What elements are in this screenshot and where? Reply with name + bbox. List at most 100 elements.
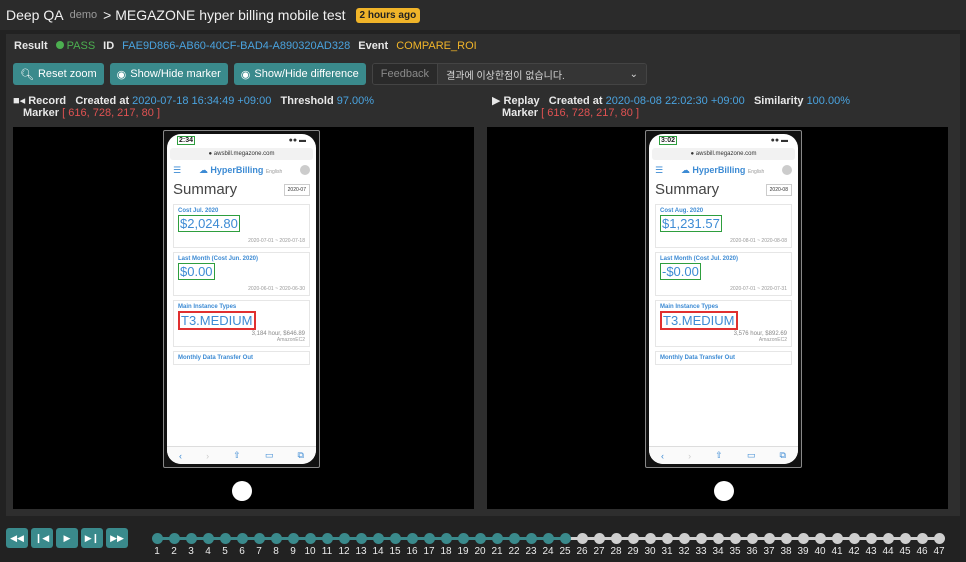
timeline-frame-dot[interactable]: [304, 533, 316, 544]
timeline-frame-number[interactable]: 40: [814, 546, 825, 557]
timeline-frame-number[interactable]: 7: [256, 546, 262, 557]
timeline-frame-dot[interactable]: [610, 533, 622, 544]
timeline-frame-number[interactable]: 17: [423, 546, 434, 557]
timeline-frame-dot[interactable]: [746, 533, 758, 544]
timeline-frame-dot[interactable]: [865, 533, 877, 544]
timeline-frame-dot[interactable]: [423, 533, 435, 544]
timeline-frame-dot[interactable]: [678, 533, 690, 544]
timeline-frame-dot[interactable]: [151, 533, 163, 544]
timeline-frame-number[interactable]: 30: [644, 546, 655, 557]
timeline-frame-number[interactable]: 24: [542, 546, 553, 557]
record-screen[interactable]: 2:34 ●● ▬ ● awsbill.megazone.com ☰ ☁ Hyp…: [13, 127, 474, 509]
timeline-frame-number[interactable]: 33: [695, 546, 706, 557]
timeline-frame-dot[interactable]: [525, 533, 537, 544]
toggle-difference-button[interactable]: ◉ Show/Hide difference: [233, 63, 366, 85]
first-frame-button[interactable]: ◀◀: [6, 528, 28, 548]
timeline-frame-number[interactable]: 27: [593, 546, 604, 557]
timeline-frame-dot[interactable]: [491, 533, 503, 544]
timeline-frame-dot[interactable]: [899, 533, 911, 544]
timeline-frame-number[interactable]: 15: [389, 546, 400, 557]
timeline-frame-number[interactable]: 13: [355, 546, 366, 557]
timeline-frame-dot[interactable]: [712, 533, 724, 544]
timeline-frame-number[interactable]: 25: [559, 546, 570, 557]
timeline-frame-dot[interactable]: [576, 533, 588, 544]
timeline-frame-dot[interactable]: [321, 533, 333, 544]
timeline-frame-dot[interactable]: [185, 533, 197, 544]
timeline-frame-number[interactable]: 8: [273, 546, 279, 557]
frame-timeline[interactable]: 1 2 3 4 5 6 7 8 9 10 11 12 13 14 15 16 17 18 19 20 21 22 23 24 2…: [148, 530, 958, 560]
timeline-frame-dot[interactable]: [219, 533, 231, 544]
next-frame-button[interactable]: ▶❙: [81, 528, 103, 548]
timeline-frame-number[interactable]: 4: [205, 546, 211, 557]
timeline-frame-dot[interactable]: [797, 533, 809, 544]
timeline-frame-number[interactable]: 1: [154, 546, 160, 557]
toggle-marker-button[interactable]: ◉ Show/Hide marker: [109, 63, 228, 85]
timeline-frame-dot[interactable]: [780, 533, 792, 544]
brand[interactable]: Deep QA: [6, 7, 64, 23]
timeline-frame-dot[interactable]: [338, 533, 350, 544]
timeline-frame-number[interactable]: 19: [457, 546, 468, 557]
timeline-frame-dot[interactable]: [202, 533, 214, 544]
timeline-frame-dot[interactable]: [559, 533, 571, 544]
timeline-frame-dot[interactable]: [287, 533, 299, 544]
timeline-frame-dot[interactable]: [695, 533, 707, 544]
timeline-frame-number[interactable]: 9: [290, 546, 296, 557]
timeline-frame-dot[interactable]: [372, 533, 384, 544]
timeline-frame-dot[interactable]: [270, 533, 282, 544]
timeline-frame-dot[interactable]: [236, 533, 248, 544]
timeline-frame-number[interactable]: 23: [525, 546, 536, 557]
timeline-frame-dot[interactable]: [729, 533, 741, 544]
timeline-frame-dot[interactable]: [814, 533, 826, 544]
timeline-frame-number[interactable]: 3: [188, 546, 194, 557]
timeline-frame-number[interactable]: 22: [508, 546, 519, 557]
timeline-frame-dot[interactable]: [763, 533, 775, 544]
play-button[interactable]: ▶: [56, 528, 78, 548]
timeline-frame-number[interactable]: 28: [610, 546, 621, 557]
timeline-frame-dot[interactable]: [508, 533, 520, 544]
timeline-frame-number[interactable]: 20: [474, 546, 485, 557]
timeline-frame-number[interactable]: 35: [729, 546, 740, 557]
timeline-frame-number[interactable]: 36: [746, 546, 757, 557]
timeline-frame-number[interactable]: 41: [831, 546, 842, 557]
reset-zoom-button[interactable]: 🔍︎ Reset zoom: [13, 63, 104, 85]
timeline-frame-dot[interactable]: [661, 533, 673, 544]
timeline-frame-number[interactable]: 26: [576, 546, 587, 557]
timeline-frame-number[interactable]: 5: [222, 546, 228, 557]
timeline-frame-number[interactable]: 43: [865, 546, 876, 557]
timeline-frame-number[interactable]: 18: [440, 546, 451, 557]
timeline-frame-dot[interactable]: [406, 533, 418, 544]
timeline-frame-number[interactable]: 47: [933, 546, 944, 557]
last-frame-button[interactable]: ▶▶: [106, 528, 128, 548]
timeline-frame-number[interactable]: 10: [304, 546, 315, 557]
timeline-frame-number[interactable]: 14: [372, 546, 383, 557]
timeline-frame-number[interactable]: 45: [899, 546, 910, 557]
timeline-frame-dot[interactable]: [253, 533, 265, 544]
feedback-select[interactable]: 결과에 이상한점이 없습니다. ⌄: [438, 64, 647, 84]
timeline-frame-dot[interactable]: [933, 533, 945, 544]
timeline-frame-dot[interactable]: [627, 533, 639, 544]
timeline-frame-number[interactable]: 46: [916, 546, 927, 557]
timeline-frame-dot[interactable]: [593, 533, 605, 544]
timeline-frame-number[interactable]: 12: [338, 546, 349, 557]
timeline-frame-dot[interactable]: [882, 533, 894, 544]
timeline-frame-dot[interactable]: [168, 533, 180, 544]
timeline-frame-number[interactable]: 42: [848, 546, 859, 557]
timeline-frame-number[interactable]: 37: [763, 546, 774, 557]
timeline-frame-number[interactable]: 16: [406, 546, 417, 557]
prev-frame-button[interactable]: ❙◀: [31, 528, 53, 548]
timeline-frame-number[interactable]: 21: [491, 546, 502, 557]
timeline-frame-number[interactable]: 31: [661, 546, 672, 557]
timeline-frame-number[interactable]: 38: [780, 546, 791, 557]
timeline-frame-dot[interactable]: [644, 533, 656, 544]
timeline-frame-dot[interactable]: [389, 533, 401, 544]
timeline-frame-number[interactable]: 39: [797, 546, 808, 557]
timeline-frame-number[interactable]: 6: [239, 546, 245, 557]
timeline-frame-number[interactable]: 11: [322, 546, 332, 557]
replay-screen[interactable]: 3:02 ●● ▬ ● awsbill.megazone.com ☰ ☁ Hyp…: [487, 127, 948, 509]
timeline-frame-dot[interactable]: [474, 533, 486, 544]
timeline-frame-dot[interactable]: [440, 533, 452, 544]
timeline-frame-dot[interactable]: [831, 533, 843, 544]
timeline-frame-dot[interactable]: [916, 533, 928, 544]
timeline-frame-number[interactable]: 2: [171, 546, 177, 557]
timeline-frame-number[interactable]: 32: [678, 546, 689, 557]
